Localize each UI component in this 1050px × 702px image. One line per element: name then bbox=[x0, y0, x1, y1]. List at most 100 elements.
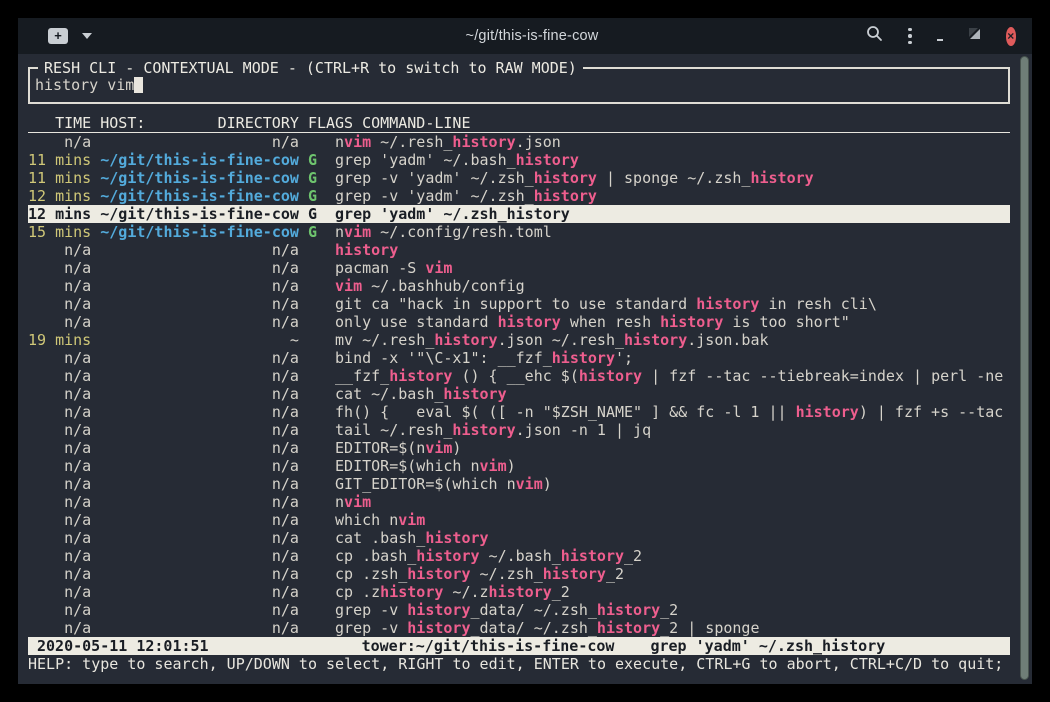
history-row[interactable]: n/a n/a only use standard history when r… bbox=[28, 313, 1010, 331]
history-list: n/a n/a nvim ~/.resh_history.json11 mins… bbox=[28, 133, 1010, 637]
history-row[interactable]: n/a n/a vim ~/.bashhub/config bbox=[28, 277, 1010, 295]
row-directory: n/a bbox=[100, 511, 299, 529]
history-row[interactable]: 11 mins ~/git/this-is-fine-cow G grep 'y… bbox=[28, 151, 1010, 169]
row-directory: n/a bbox=[100, 493, 299, 511]
match-highlight: history bbox=[335, 241, 398, 259]
match-highlight: vim bbox=[425, 259, 452, 277]
row-time: n/a bbox=[28, 493, 91, 511]
match-highlight: history bbox=[624, 331, 687, 349]
history-row-selected[interactable]: 12 mins ~/git/this-is-fine-cow G grep 'y… bbox=[28, 205, 1010, 223]
row-time: n/a bbox=[28, 385, 91, 403]
row-time: n/a bbox=[28, 601, 91, 619]
terminal-window: + ~/git/this-is-fine-cow × bbox=[18, 18, 1032, 684]
row-command: nvim bbox=[335, 493, 371, 511]
row-flags bbox=[308, 259, 317, 277]
row-flags: G bbox=[308, 187, 317, 205]
history-row[interactable]: n/a n/a GIT_EDITOR=$(which nvim) bbox=[28, 475, 1010, 493]
history-row[interactable]: n/a n/a __fzf_history () { __ehc $(histo… bbox=[28, 367, 1010, 385]
row-directory: ~ bbox=[100, 331, 299, 349]
row-time: n/a bbox=[28, 619, 91, 637]
row-directory: n/a bbox=[100, 349, 299, 367]
match-highlight: history bbox=[489, 583, 552, 601]
history-row[interactable]: n/a n/a nvim bbox=[28, 493, 1010, 511]
row-flags bbox=[308, 349, 317, 367]
row-directory: n/a bbox=[100, 277, 299, 295]
status-command: grep 'yadm' ~/.zsh_history bbox=[650, 637, 885, 655]
minimize-button[interactable] bbox=[937, 39, 943, 41]
search-icon[interactable] bbox=[866, 25, 883, 47]
history-row[interactable]: n/a n/a EDITOR=$(nvim) bbox=[28, 439, 1010, 457]
history-row[interactable]: 12 mins ~/git/this-is-fine-cow G grep -v… bbox=[28, 187, 1010, 205]
match-highlight: history bbox=[425, 529, 488, 547]
history-row[interactable]: 19 mins ~ mv ~/.resh_history.json ~/.res… bbox=[28, 331, 1010, 349]
restore-button[interactable] bbox=[968, 27, 981, 45]
match-highlight: history bbox=[543, 565, 606, 583]
history-row[interactable]: n/a n/a cp .bash_history ~/.bash_history… bbox=[28, 547, 1010, 565]
row-time: n/a bbox=[28, 583, 91, 601]
row-directory: n/a bbox=[100, 619, 299, 637]
history-row[interactable]: n/a n/a cat ~/.bash_history bbox=[28, 385, 1010, 403]
match-highlight: vim bbox=[335, 277, 362, 295]
history-row[interactable]: n/a n/a git ca "hack in support to use s… bbox=[28, 295, 1010, 313]
history-row[interactable]: n/a n/a tail ~/.resh_history.json -n 1 |… bbox=[28, 421, 1010, 439]
header-flags: FLAGS bbox=[308, 114, 353, 132]
row-command: tail ~/.resh_history.json -n 1 | jq bbox=[335, 421, 651, 439]
history-row[interactable]: n/a n/a grep -v history_data/ ~/.zsh_his… bbox=[28, 619, 1010, 637]
row-flags bbox=[308, 241, 317, 259]
match-highlight: history bbox=[561, 547, 624, 565]
text-cursor bbox=[134, 77, 143, 93]
search-input[interactable]: history vim bbox=[35, 76, 1008, 94]
history-row[interactable]: n/a n/a cat .bash_history bbox=[28, 529, 1010, 547]
row-command: grep -v 'yadm' ~/.zsh_history bbox=[335, 187, 597, 205]
row-flags bbox=[308, 367, 317, 385]
titlebar-left-group: + bbox=[48, 28, 198, 44]
match-highlight: history bbox=[660, 313, 723, 331]
resh-cli-panel: RESH CLI - CONTEXTUAL MODE - (CTRL+R to … bbox=[18, 54, 1010, 673]
chevron-down-icon[interactable] bbox=[82, 33, 92, 39]
history-row[interactable]: n/a n/a bind -x '"\C-x1": __fzf_history'… bbox=[28, 349, 1010, 367]
search-box[interactable]: RESH CLI - CONTEXTUAL MODE - (CTRL+R to … bbox=[28, 67, 1010, 104]
match-highlight: vim bbox=[344, 493, 371, 511]
row-time: n/a bbox=[28, 547, 91, 565]
mode-label: RESH CLI - CONTEXTUAL MODE - (CTRL+R to … bbox=[38, 59, 583, 77]
history-row[interactable]: n/a n/a pacman -S vim bbox=[28, 259, 1010, 277]
history-row[interactable]: 15 mins ~/git/this-is-fine-cow G nvim ~/… bbox=[28, 223, 1010, 241]
history-row[interactable]: n/a n/a history bbox=[28, 241, 1010, 259]
history-row[interactable]: n/a n/a EDITOR=$(which nvim) bbox=[28, 457, 1010, 475]
close-button[interactable]: × bbox=[1006, 27, 1016, 46]
history-row[interactable]: n/a n/a cp .zsh_history ~/.zsh_history_2 bbox=[28, 565, 1010, 583]
row-directory: ~/git/this-is-fine-cow bbox=[100, 223, 299, 241]
row-time: n/a bbox=[28, 565, 91, 583]
row-time: n/a bbox=[28, 421, 91, 439]
row-time: n/a bbox=[28, 529, 91, 547]
window-title: ~/git/this-is-fine-cow bbox=[198, 28, 866, 44]
history-row[interactable]: n/a n/a grep -v history_data/ ~/.zsh_his… bbox=[28, 601, 1010, 619]
titlebar-right-group: × bbox=[866, 25, 1016, 47]
new-tab-button[interactable]: + bbox=[48, 28, 68, 44]
history-row[interactable]: n/a n/a fh() { eval $( ([ -n "$ZSH_NAME"… bbox=[28, 403, 1010, 421]
header-time: TIME bbox=[28, 114, 91, 132]
row-directory: n/a bbox=[100, 367, 299, 385]
row-flags bbox=[308, 565, 317, 583]
row-directory: n/a bbox=[100, 403, 299, 421]
history-row[interactable]: n/a n/a which nvim bbox=[28, 511, 1010, 529]
row-command: cp .zhistory ~/.zhistory_2 bbox=[335, 583, 570, 601]
row-flags bbox=[308, 601, 317, 619]
history-row[interactable]: n/a n/a nvim ~/.resh_history.json bbox=[28, 133, 1010, 151]
row-time: n/a bbox=[28, 259, 91, 277]
help-line: HELP: type to search, UP/DOWN to select,… bbox=[28, 655, 1010, 673]
history-row[interactable]: 11 mins ~/git/this-is-fine-cow G grep -v… bbox=[28, 169, 1010, 187]
match-highlight: history bbox=[696, 295, 759, 313]
row-flags bbox=[308, 439, 317, 457]
row-command: grep -v 'yadm' ~/.zsh_history | sponge ~… bbox=[335, 169, 814, 187]
row-command: grep -v history_data/ ~/.zsh_history_2 |… bbox=[335, 619, 759, 637]
menu-kebab-icon[interactable] bbox=[908, 28, 912, 45]
scrollbar[interactable] bbox=[1020, 56, 1029, 680]
match-highlight: history bbox=[579, 367, 642, 385]
row-directory: ~/git/this-is-fine-cow bbox=[100, 205, 299, 223]
row-time: n/a bbox=[28, 439, 91, 457]
row-command: git ca "hack in support to use standard … bbox=[335, 295, 877, 313]
row-command: pacman -S vim bbox=[335, 259, 452, 277]
history-row[interactable]: n/a n/a cp .zhistory ~/.zhistory_2 bbox=[28, 583, 1010, 601]
match-highlight: history bbox=[597, 619, 660, 637]
